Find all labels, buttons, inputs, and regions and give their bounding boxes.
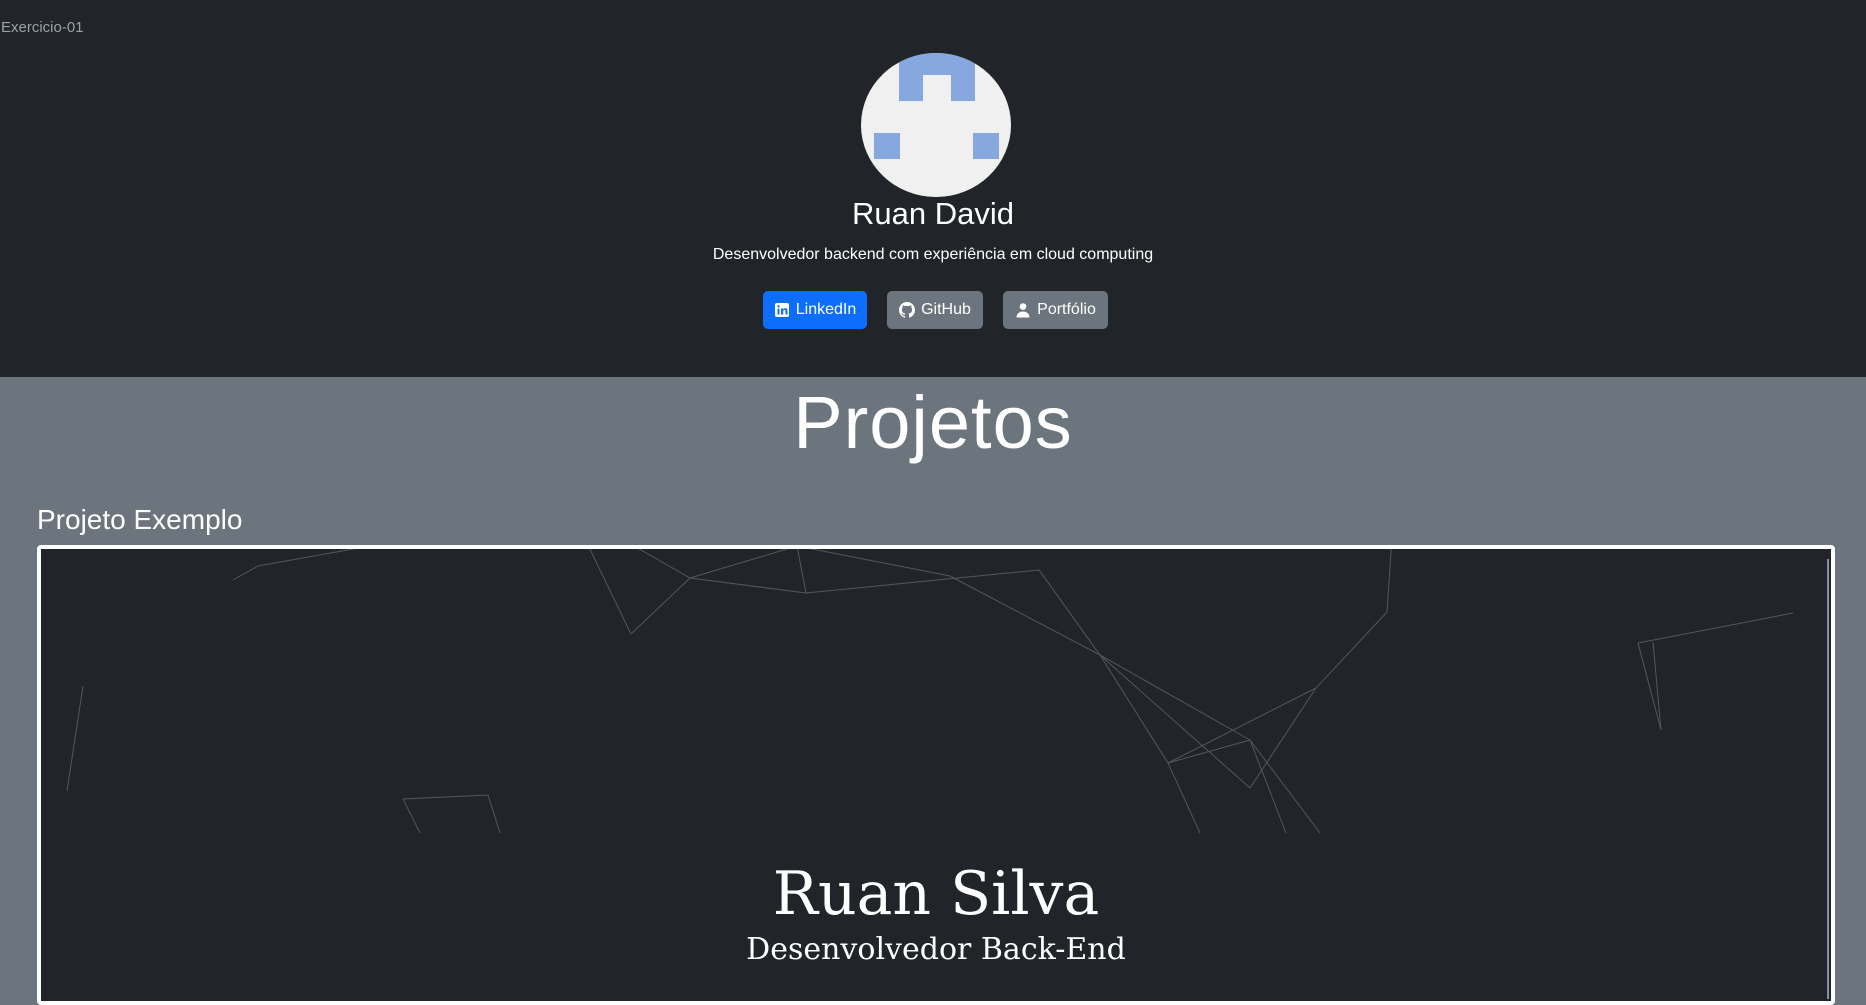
portfolio-label: Portfólio bbox=[1037, 301, 1096, 318]
profile-name: Ruan David bbox=[852, 196, 1014, 231]
window-title: Exercicio-01 bbox=[1, 19, 84, 36]
projects-heading: Projetos bbox=[793, 381, 1073, 464]
github-button[interactable]: GitHub bbox=[887, 291, 983, 329]
linkedin-icon bbox=[774, 302, 790, 318]
profile-header: Exercicio-01 Ruan David Desenvolvedor ba… bbox=[0, 0, 1866, 377]
project-title: Projeto Exemplo bbox=[37, 504, 243, 535]
github-label: GitHub bbox=[921, 301, 971, 318]
avatar bbox=[861, 53, 1011, 197]
linkedin-label: LinkedIn bbox=[795, 301, 857, 318]
person-icon bbox=[1015, 302, 1031, 318]
preview-role: Desenvolvedor Back-End bbox=[746, 932, 1126, 967]
linkedin-button[interactable]: LinkedIn bbox=[763, 291, 867, 329]
github-icon bbox=[899, 302, 916, 318]
portfolio-button[interactable]: Portfólio bbox=[1003, 291, 1108, 329]
profile-bio: Desenvolvedor backend com experiência em… bbox=[712, 246, 1154, 263]
preview-name: Ruan Silva bbox=[772, 859, 1100, 929]
project-preview-frame[interactable]: Ruan Silva Desenvolvedor Back-End bbox=[37, 545, 1835, 1005]
